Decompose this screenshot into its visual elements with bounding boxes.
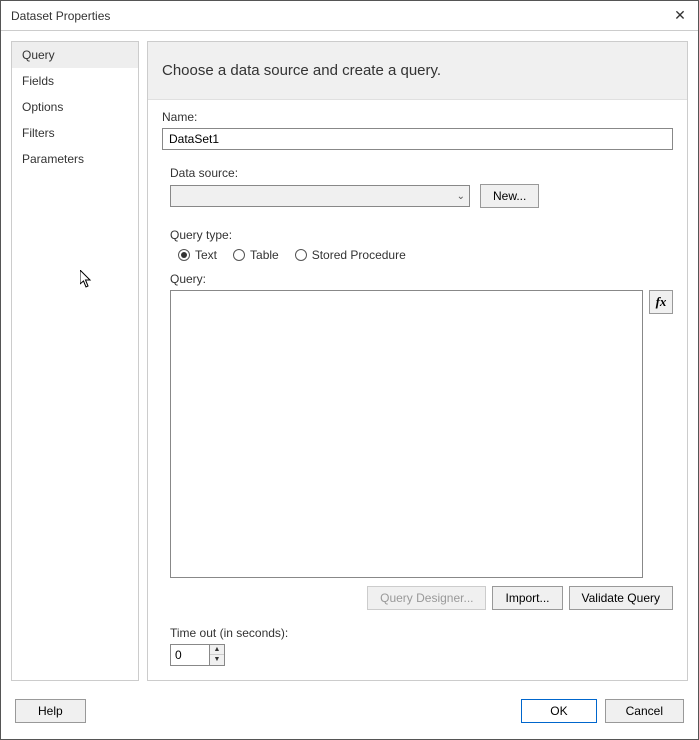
sidebar-item-label: Options	[22, 100, 63, 114]
datasource-select[interactable]: ⌄	[170, 185, 470, 207]
radio-stored-procedure[interactable]: Stored Procedure	[295, 248, 406, 262]
sidebar-item-label: Filters	[22, 126, 55, 140]
timeout-spinner[interactable]: ▲ ▼	[170, 644, 225, 666]
sidebar-item-query[interactable]: Query	[12, 42, 138, 68]
sidebar-item-parameters[interactable]: Parameters	[12, 146, 138, 172]
expression-button[interactable]: fx	[649, 290, 673, 314]
timeout-input[interactable]	[171, 645, 209, 665]
new-datasource-button[interactable]: New...	[480, 184, 539, 208]
main-panel: Choose a data source and create a query.…	[147, 41, 688, 681]
radio-icon	[233, 249, 245, 261]
chevron-down-icon: ⌄	[457, 191, 465, 202]
help-button[interactable]: Help	[15, 699, 86, 723]
sidebar-item-options[interactable]: Options	[12, 94, 138, 120]
sidebar-item-label: Fields	[22, 74, 54, 88]
cancel-button[interactable]: Cancel	[605, 699, 684, 723]
querytype-radios: Text Table Stored Procedure	[178, 248, 673, 262]
spinner-up-icon[interactable]: ▲	[210, 645, 224, 655]
sidebar-item-label: Query	[22, 48, 55, 62]
panel-content: Name: Data source: ⌄ New... Query	[148, 100, 687, 680]
sidebar-item-fields[interactable]: Fields	[12, 68, 138, 94]
panel-header-text: Choose a data source and create a query.	[162, 62, 441, 79]
ok-button[interactable]: OK	[521, 699, 596, 723]
query-label: Query:	[162, 272, 673, 286]
sidebar-item-label: Parameters	[22, 152, 84, 166]
radio-text[interactable]: Text	[178, 248, 217, 262]
radio-label: Stored Procedure	[312, 248, 406, 262]
radio-label: Table	[250, 248, 279, 262]
title-bar: Dataset Properties ✕	[1, 1, 698, 31]
querytype-label: Query type:	[170, 228, 673, 242]
sidebar: Query Fields Options Filters Parameters	[11, 41, 139, 681]
radio-table[interactable]: Table	[233, 248, 279, 262]
sidebar-item-filters[interactable]: Filters	[12, 120, 138, 146]
name-input[interactable]	[162, 128, 673, 150]
panel-header: Choose a data source and create a query.	[148, 42, 687, 100]
radio-icon	[178, 249, 190, 261]
validate-query-button[interactable]: Validate Query	[569, 586, 674, 610]
import-button[interactable]: Import...	[492, 586, 562, 610]
radio-icon	[295, 249, 307, 261]
query-buttons: Query Designer... Import... Validate Que…	[162, 586, 673, 610]
datasource-label: Data source:	[170, 166, 673, 180]
radio-label: Text	[195, 248, 217, 262]
window-title: Dataset Properties	[11, 9, 110, 23]
spinner-down-icon[interactable]: ▼	[210, 655, 224, 665]
dialog-footer: Help OK Cancel	[1, 691, 698, 735]
name-label: Name:	[162, 110, 673, 124]
timeout-label: Time out (in seconds):	[170, 626, 673, 640]
query-designer-button[interactable]: Query Designer...	[367, 586, 486, 610]
query-textarea[interactable]	[170, 290, 643, 578]
close-icon[interactable]: ✕	[670, 6, 690, 26]
dialog-body: Query Fields Options Filters Parameters …	[1, 31, 698, 691]
